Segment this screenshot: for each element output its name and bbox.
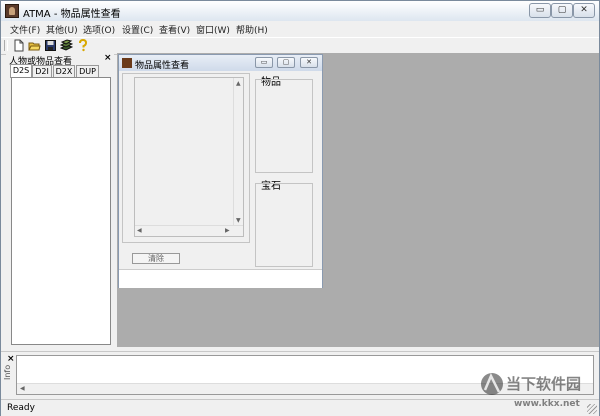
file-list[interactable]	[11, 77, 111, 345]
watermark-text: 当下软件园	[506, 375, 581, 393]
child-close-button[interactable]: ✕	[300, 57, 318, 68]
properties-list[interactable]: ▲ ▼ ◀ ▶	[134, 77, 244, 237]
close-button[interactable]: ✕	[573, 3, 595, 18]
menu-view[interactable]: 查看(V)	[159, 23, 190, 36]
watermark-url: www.kkx.net	[514, 399, 580, 409]
menu-file[interactable]: 文件(F)	[10, 23, 40, 36]
scroll-right-icon[interactable]: ▶	[225, 227, 230, 234]
info-scroll-left-icon[interactable]: ◀	[20, 385, 25, 392]
save-icon[interactable]	[44, 39, 57, 52]
title-bar[interactable]: ATMA - 物品属性查看 ▭ ▢ ✕	[1, 1, 599, 21]
character-item-panel: 人物或物品查看 × D2S D2I D2X DUP	[6, 53, 114, 347]
status-text: Ready	[7, 403, 35, 413]
child-window-title: 物品属性查看	[135, 61, 190, 71]
child-window-footer	[119, 269, 322, 288]
child-minimize-button[interactable]: ▭	[255, 57, 273, 68]
stack-icon[interactable]	[59, 39, 74, 52]
window-title: ATMA - 物品属性查看	[23, 9, 121, 20]
menu-settings[interactable]: 设置(C)	[122, 23, 153, 36]
watermark: 当下软件园 www.kkx.net	[478, 364, 596, 410]
app-icon	[5, 4, 19, 18]
clear-button[interactable]: 清除	[132, 253, 180, 264]
maximize-button[interactable]: ▢	[551, 3, 573, 18]
tab-d2s[interactable]: D2S	[10, 64, 32, 78]
items-frame[interactable]	[255, 79, 313, 173]
info-label: Info	[3, 364, 12, 380]
menu-window[interactable]: 窗口(W)	[196, 23, 230, 36]
minimize-button[interactable]: ▭	[529, 3, 551, 18]
app-window: ATMA - 物品属性查看 ▭ ▢ ✕ 文件(F) 其他(U) 选项(O) 设置…	[0, 0, 600, 416]
scroll-left-icon[interactable]: ◀	[137, 227, 142, 234]
item-properties-window: 物品属性查看 ▭ ▢ ✕ ▲ ▼ ◀ ▶ 物品 宝石 清除	[118, 54, 323, 288]
help-icon[interactable]	[76, 38, 89, 52]
menu-help[interactable]: 帮助(H)	[236, 23, 268, 36]
menu-options[interactable]: 选项(O)	[83, 23, 115, 36]
mdi-workspace: 物品属性查看 ▭ ▢ ✕ ▲ ▼ ◀ ▶ 物品 宝石 清除	[117, 53, 599, 347]
toolbar-grip	[4, 40, 8, 51]
child-title-bar[interactable]: 物品属性查看 ▭ ▢ ✕	[119, 55, 322, 71]
panel-close-icon[interactable]: ×	[104, 53, 112, 63]
new-file-icon[interactable]	[12, 39, 25, 52]
open-folder-icon[interactable]	[28, 39, 41, 52]
vertical-scrollbar[interactable]: ▲ ▼	[233, 78, 243, 226]
item-icon	[122, 58, 132, 68]
horizontal-scrollbar[interactable]: ◀ ▶	[135, 225, 243, 236]
info-close-icon[interactable]: ×	[7, 354, 15, 364]
tab-d2x[interactable]: D2X	[53, 65, 75, 77]
scroll-down-icon[interactable]: ▼	[236, 217, 241, 224]
tab-d2i[interactable]: D2I	[32, 65, 52, 77]
tab-dup[interactable]: DUP	[76, 65, 99, 77]
scroll-up-icon[interactable]: ▲	[236, 80, 241, 87]
gems-frame[interactable]	[255, 183, 313, 267]
child-maximize-button[interactable]: ▢	[277, 57, 295, 68]
menu-other[interactable]: 其他(U)	[46, 23, 78, 36]
menu-bar: 文件(F) 其他(U) 选项(O) 设置(C) 查看(V) 窗口(W) 帮助(H…	[1, 21, 599, 37]
